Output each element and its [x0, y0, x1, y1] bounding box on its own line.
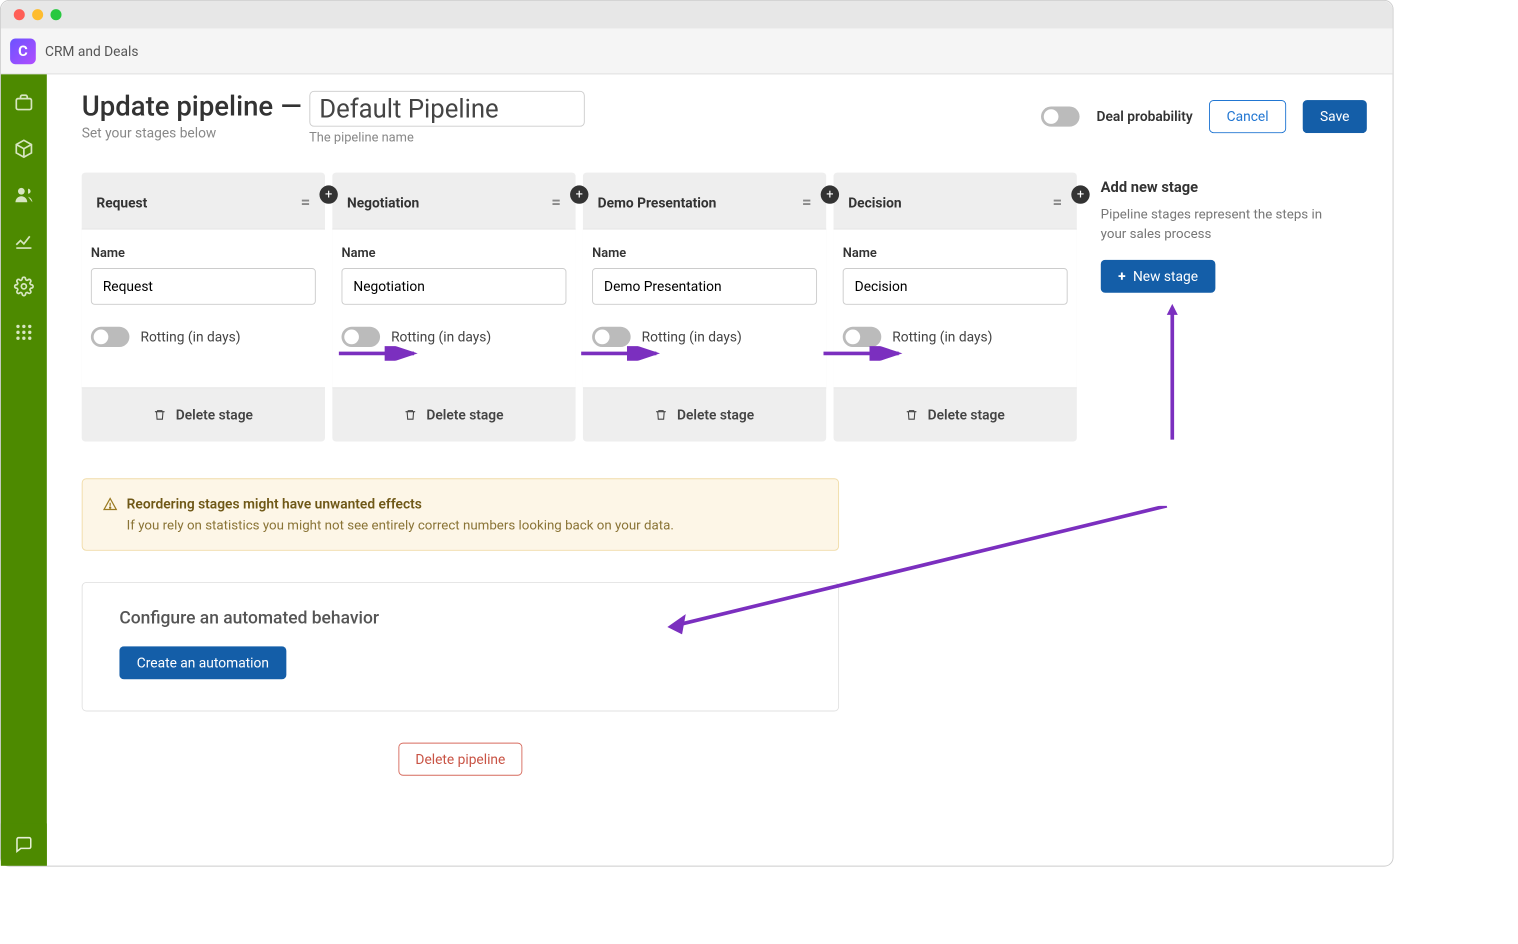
new-stage-button[interactable]: + New stage — [1101, 260, 1216, 293]
title-separator: — — [281, 91, 302, 123]
rotting-toggle[interactable] — [341, 327, 380, 347]
stage-column: + Decision = Name Rotting (in days) Dele… — [834, 173, 1077, 442]
delete-pipeline-button[interactable]: Delete pipeline — [398, 743, 523, 776]
stage-title: Request — [96, 194, 147, 211]
page-title: Update pipeline — [82, 91, 273, 123]
stage-name-input[interactable] — [592, 268, 817, 305]
add-stage-between-button[interactable]: + — [821, 185, 839, 203]
stage-name-input[interactable] — [843, 268, 1068, 305]
add-stage-between-button[interactable]: + — [1071, 185, 1089, 203]
cube-icon[interactable] — [14, 139, 34, 159]
warning-icon — [103, 497, 118, 512]
rotting-label: Rotting (in days) — [391, 329, 491, 346]
stage-name-label: Name — [341, 246, 566, 261]
app-header: C CRM and Deals — [1, 28, 1393, 74]
delete-stage-label: Delete stage — [677, 407, 754, 424]
stage-column: + Request = Name Rotting (in days) Delet… — [82, 173, 325, 442]
delete-stage-button[interactable]: Delete stage — [332, 388, 575, 441]
automation-box: Configure an automated behavior Create a… — [82, 582, 839, 711]
delete-stage-button[interactable]: Delete stage — [834, 388, 1077, 441]
rotting-toggle[interactable] — [91, 327, 130, 347]
briefcase-icon[interactable] — [14, 93, 34, 113]
create-automation-label: Create an automation — [137, 655, 269, 672]
rotting-toggle[interactable] — [843, 327, 882, 347]
add-stage-between-button[interactable]: + — [570, 185, 588, 203]
plus-icon: + — [1118, 268, 1126, 285]
delete-stage-label: Delete stage — [176, 407, 253, 424]
create-automation-button[interactable]: Create an automation — [119, 646, 286, 679]
stage-column: + Demo Presentation = Name Rotting (in d… — [583, 173, 826, 442]
deal-probability-label: Deal probability — [1097, 108, 1193, 125]
stage-title: Demo Presentation — [598, 194, 717, 211]
trash-icon — [154, 409, 167, 422]
rotting-toggle[interactable] — [592, 327, 631, 347]
add-stage-panel: Add new stage Pipeline stages represent … — [1084, 173, 1323, 293]
gear-icon[interactable] — [14, 276, 34, 296]
page-subtitle: Set your stages below — [82, 125, 273, 142]
rotting-label: Rotting (in days) — [642, 329, 742, 346]
warning-title: Reordering stages might have unwanted ef… — [127, 496, 422, 513]
add-stage-heading: Add new stage — [1101, 178, 1323, 195]
stage-title: Negotiation — [347, 194, 419, 211]
drag-handle-icon[interactable]: = — [1053, 193, 1062, 212]
delete-stage-button[interactable]: Delete stage — [583, 388, 826, 441]
save-button[interactable]: Save — [1303, 100, 1367, 133]
stage-name-input[interactable] — [341, 268, 566, 305]
users-icon[interactable] — [14, 185, 34, 205]
drag-handle-icon[interactable]: = — [551, 193, 560, 212]
app-title: CRM and Deals — [45, 43, 138, 60]
pipeline-name-hint: The pipeline name — [309, 130, 584, 145]
chat-icon — [15, 835, 33, 853]
stage-title: Decision — [848, 194, 901, 211]
delete-stage-button[interactable]: Delete stage — [82, 388, 325, 441]
add-stage-text: Pipeline stages represent the steps in y… — [1101, 205, 1323, 244]
warning-body: If you rely on statistics you might not … — [127, 518, 818, 534]
app-logo-icon: C — [10, 38, 36, 64]
window-close-dot[interactable] — [14, 9, 25, 20]
trash-icon — [906, 409, 919, 422]
drag-handle-icon[interactable]: = — [802, 193, 811, 212]
stage-name-label: Name — [91, 246, 316, 261]
add-stage-between-button[interactable]: + — [319, 185, 337, 203]
pipeline-name-input[interactable] — [309, 91, 584, 127]
drag-handle-icon[interactable]: = — [301, 193, 310, 212]
reorder-warning: Reordering stages might have unwanted ef… — [82, 478, 839, 551]
delete-stage-label: Delete stage — [928, 407, 1005, 424]
cancel-button[interactable]: Cancel — [1209, 100, 1286, 133]
chat-icon-footer[interactable] — [1, 823, 47, 865]
trash-icon — [404, 409, 417, 422]
rotting-label: Rotting (in days) — [140, 329, 240, 346]
stage-name-input[interactable] — [91, 268, 316, 305]
grid-icon[interactable] — [14, 322, 34, 342]
trash-icon — [655, 409, 668, 422]
delete-stage-label: Delete stage — [426, 407, 503, 424]
sidebar — [1, 74, 47, 865]
window-max-dot[interactable] — [50, 9, 61, 20]
window-titlebar — [1, 1, 1393, 29]
new-stage-label: New stage — [1133, 268, 1198, 285]
stage-name-label: Name — [843, 246, 1068, 261]
chart-icon[interactable] — [14, 230, 34, 250]
stage-name-label: Name — [592, 246, 817, 261]
window-min-dot[interactable] — [32, 9, 43, 20]
automation-heading: Configure an automated behavior — [119, 607, 801, 628]
rotting-label: Rotting (in days) — [892, 329, 992, 346]
deal-probability-toggle[interactable] — [1041, 106, 1080, 126]
stage-column: + Negotiation = Name Rotting (in days) D… — [332, 173, 575, 442]
